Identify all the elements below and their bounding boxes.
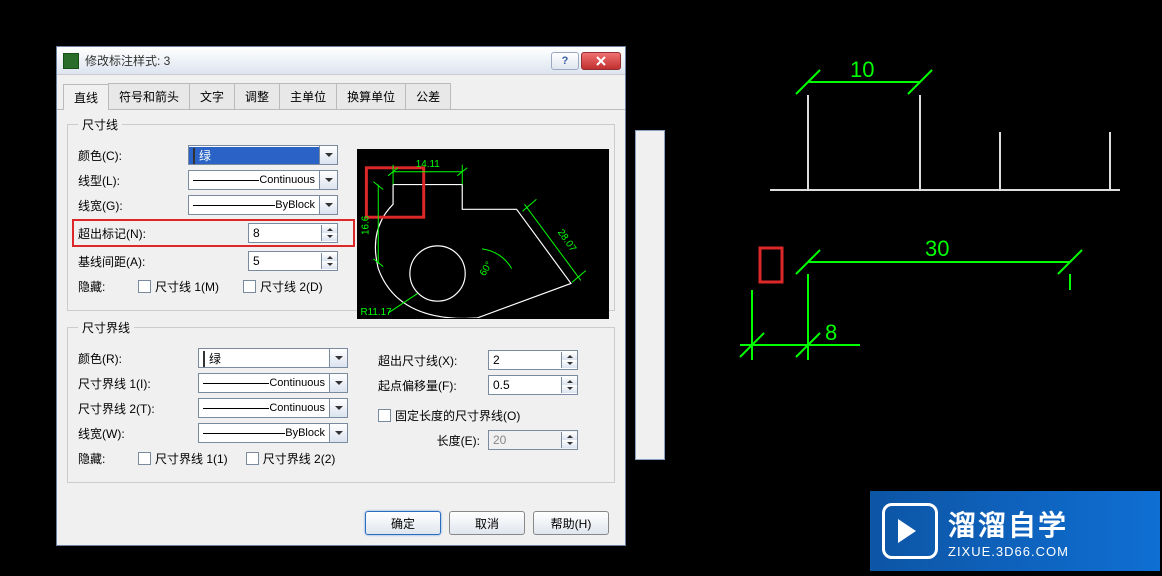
extline1-label: 尺寸界线 1(I): [78,375,198,392]
hide-dimline2-checkbox[interactable]: 尺寸线 2(D) [243,278,323,295]
ext-lineweight-label: 线宽(W): [78,425,198,442]
watermark-banner: 溜溜自学 ZIXUE.3D66.COM [870,491,1160,571]
preview-dim-5: R11.17 [360,307,391,318]
hide-label: 隐藏: [78,278,138,295]
extline2-label: 尺寸界线 2(T): [78,400,198,417]
tab-fit[interactable]: 调整 [234,83,280,109]
chevron-down-icon [329,424,347,442]
tab-text[interactable]: 文字 [189,83,235,109]
extension-line-legend: 尺寸界线 [78,319,134,336]
ext-lineweight-combo[interactable]: ByBlock [198,423,348,443]
cad-canvas: 10 30 8 [640,40,1140,440]
dialog-title: 修改标注样式: 3 [85,52,551,69]
titlebar[interactable]: 修改标注样式: 3 ? [57,47,625,75]
hide-dimline1-checkbox[interactable]: 尺寸线 1(M) [138,278,219,295]
app-icon [63,53,79,69]
dim-30-value: 30 [925,236,949,261]
tab-strip: 直线 符号和箭头 文字 调整 主单位 换算单位 公差 [57,79,625,110]
dim-8-value: 8 [825,320,837,345]
chevron-down-icon [329,374,347,392]
help-titlebar-button[interactable]: ? [551,52,579,70]
ext-color-label: 颜色(R): [78,350,198,367]
color-label: 颜色(C): [78,147,188,164]
extendmark-label: 超出标记(N): [78,225,188,242]
fixed-length-label: 长度(E): [378,432,488,449]
chevron-down-icon [319,196,337,214]
offset-label: 起点偏移量(F): [378,377,488,394]
ok-button[interactable]: 确定 [365,511,441,535]
tab-primary-units[interactable]: 主单位 [279,83,337,109]
preview-panel: 14.11 16.6 28.07 60° R11.17 [357,149,609,319]
tab-lines[interactable]: 直线 [63,84,109,110]
tab-tolerance[interactable]: 公差 [405,83,451,109]
dimension-line-legend: 尺寸线 [78,116,122,133]
beyond-spin[interactable]: 2 [488,350,578,370]
preview-dim-2: 16.6 [360,215,371,235]
close-button[interactable] [581,52,621,70]
chevron-down-icon [319,146,337,164]
lineweight-combo[interactable]: ByBlock [188,195,338,215]
ext-hide-label: 隐藏: [78,450,138,467]
hide-extline2-checkbox[interactable]: 尺寸界线 2(2) [246,450,336,467]
color-swatch [193,148,195,164]
watermark-title: 溜溜自学 [948,504,1069,544]
play-icon [882,503,938,559]
baseline-label: 基线间距(A): [78,253,188,270]
highlight-box [760,248,782,282]
linetype-combo[interactable]: Continuous [188,170,338,190]
watermark-url: ZIXUE.3D66.COM [948,544,1069,559]
preview-dim-4: 60° [478,260,495,279]
tab-symbols-arrows[interactable]: 符号和箭头 [108,83,190,109]
chevron-down-icon [329,399,347,417]
beyond-label: 超出尺寸线(X): [378,352,488,369]
cancel-button[interactable]: 取消 [449,511,525,535]
background-dialog-edge [635,130,665,460]
offset-spin[interactable]: 0.5 [488,375,578,395]
preview-dim-1: 14.11 [416,159,440,170]
modify-dimstyle-dialog: 修改标注样式: 3 ? 直线 符号和箭头 文字 调整 主单位 换算单位 公差 [56,46,626,546]
extension-line-group: 尺寸界线 颜色(R): 绿 尺寸界线 1(I): Continuous [67,319,615,483]
lineweight-label: 线宽(G): [78,197,188,214]
extendmark-spin[interactable]: 8 [248,223,338,243]
extline2-combo[interactable]: Continuous [198,398,348,418]
tab-alt-units[interactable]: 换算单位 [336,83,406,109]
chevron-down-icon [329,349,347,367]
ext-color-combo[interactable]: 绿 [198,348,348,368]
help-button[interactable]: 帮助(H) [533,511,609,535]
linetype-label: 线型(L): [78,172,188,189]
fixed-length-spin: 20 [488,430,578,450]
extline1-combo[interactable]: Continuous [198,373,348,393]
chevron-down-icon [319,171,337,189]
baseline-spin[interactable]: 5 [248,251,338,271]
hide-extline1-checkbox[interactable]: 尺寸界线 1(1) [138,450,228,467]
extend-mark-highlight: 超出标记(N): 8 [72,219,355,247]
dim-10-value: 10 [850,57,874,82]
fixed-length-checkbox[interactable]: 固定长度的尺寸界线(O) [378,407,520,424]
color-combo[interactable]: 绿 [188,145,338,165]
color-swatch [203,351,205,367]
